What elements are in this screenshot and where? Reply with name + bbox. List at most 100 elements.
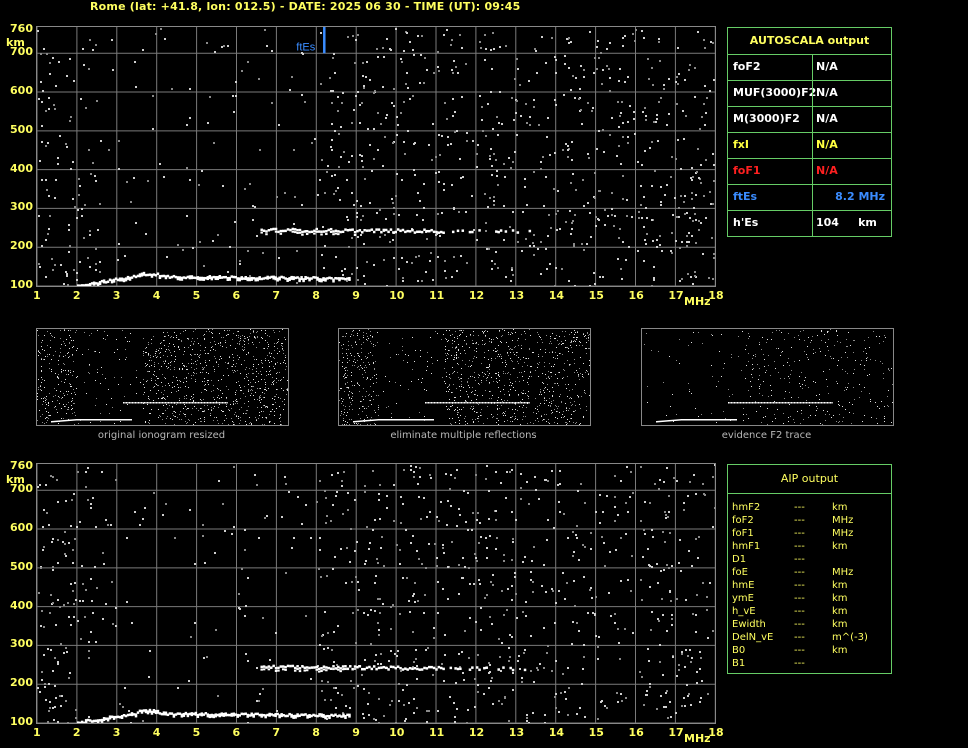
autoscala-row-fof2: foF2 N/A xyxy=(728,54,891,81)
x-tick-label: 15 xyxy=(588,726,604,739)
y-tick-label: 600 xyxy=(10,521,33,535)
x-tick-label: 16 xyxy=(628,726,644,739)
aip-value: --- xyxy=(794,528,805,539)
autoscala-title: AUTOSCALA output xyxy=(728,28,891,55)
aip-key: hmF2 xyxy=(732,502,761,513)
y-tick-label: 200 xyxy=(10,676,33,690)
x-tick-label: 5 xyxy=(192,726,201,739)
aip-row: B0 --- km xyxy=(732,644,887,657)
autoscala-key: M(3000)F2 xyxy=(733,112,800,125)
aip-unit: MHz xyxy=(832,567,854,578)
x-tick-label: 15 xyxy=(588,289,604,302)
autoscala-value: N/A xyxy=(816,60,838,73)
y-tick-label: 100 xyxy=(10,278,33,291)
x-tick-label: 7 xyxy=(272,289,281,302)
x-tick-label: 14 xyxy=(548,726,564,739)
aip-value: --- xyxy=(794,619,805,630)
aip-unit: km xyxy=(832,606,848,617)
x-tick-label: 17 xyxy=(668,726,684,739)
aip-row: B1 --- xyxy=(732,657,887,670)
x-tick-label: 14 xyxy=(548,289,564,302)
autoscala-key: fxI xyxy=(733,138,749,151)
x-tick-label: 12 xyxy=(468,726,485,739)
aip-panel: AIP output hmF2 --- km foF2 --- MHz foF1 --- MHz… xyxy=(727,464,892,674)
x-tick-label: 2 xyxy=(72,726,81,739)
autoscala-row-ftes: ftEs 8.2 MHz xyxy=(728,184,891,211)
autoscala-key: ftEs xyxy=(733,190,758,203)
x-tick-label: 11 xyxy=(429,726,445,739)
autoscala-row-fof1: foF1 N/A xyxy=(728,158,891,185)
autoscala-value: 104 km xyxy=(816,216,877,229)
autoscala-value: N/A xyxy=(816,112,838,125)
x-tick-label: 11 xyxy=(429,289,445,302)
y-tick-label: 400 xyxy=(10,598,33,612)
aip-value: --- xyxy=(794,658,805,669)
aip-title: AIP output xyxy=(728,465,891,494)
thumb-caption: eliminate multiple reflections xyxy=(390,430,537,441)
x-tick-label: 13 xyxy=(508,726,525,739)
x-unit-label: MHz xyxy=(684,732,711,745)
aip-key: DelN_vE xyxy=(732,632,774,643)
e-layer-trace xyxy=(76,708,351,723)
y-unit-label: km xyxy=(6,473,25,486)
autoscala-key: h'Es xyxy=(733,216,759,229)
aip-row: D1 --- xyxy=(732,553,887,566)
autoscala-panel: AUTOSCALA output foF2 N/A MUF(3000)F2 N/A M(… xyxy=(727,27,892,237)
x-tick-label: 3 xyxy=(112,726,121,739)
autoscala-row-hes: h'Es 104 km xyxy=(728,210,891,236)
x-tick-label: 7 xyxy=(272,726,281,739)
aip-row: foF1 --- MHz xyxy=(732,527,887,540)
autoscala-row-m3000f2: M(3000)F2 N/A xyxy=(728,106,891,133)
aip-unit: MHz xyxy=(832,528,854,539)
aip-unit: km xyxy=(832,580,848,591)
aip-value: --- xyxy=(794,593,805,604)
y-tick-label: 500 xyxy=(10,559,33,573)
thumb-original xyxy=(36,328,289,426)
aip-key: hmE xyxy=(732,580,755,591)
autoscala-value: N/A xyxy=(816,164,838,177)
aip-value: --- xyxy=(794,567,805,578)
y-tick-label: 300 xyxy=(10,637,33,651)
f-layer-trace xyxy=(260,664,527,673)
aip-row: ymE --- km xyxy=(732,592,887,605)
aip-unit: km xyxy=(832,593,848,604)
y-tick-label: 500 xyxy=(10,122,33,136)
aip-row: Ewidth --- km xyxy=(732,618,887,631)
ftes-marker-label: ftEs xyxy=(296,41,315,53)
x-tick-label: 4 xyxy=(152,289,161,302)
y-tick-label: 760 xyxy=(10,458,33,472)
y-tick-label: 200 xyxy=(10,239,33,253)
y-tick-label: 600 xyxy=(10,84,33,98)
thumb-caption: original ionogram resized xyxy=(97,430,226,441)
x-tick-label: 6 xyxy=(232,289,241,302)
aip-row: foE --- MHz xyxy=(732,566,887,579)
autoscala-key: MUF(3000)F2 xyxy=(733,86,817,99)
x-tick-label: 3 xyxy=(112,289,121,302)
autoscala-key: foF2 xyxy=(733,60,761,73)
aip-key: h_vE xyxy=(732,606,756,617)
x-unit-label: MHz xyxy=(684,295,711,308)
aip-unit: m^(-3) xyxy=(832,632,868,643)
aip-unit: km xyxy=(832,645,848,656)
ionogram-header: Rome (lat: +41.8, lon: 012.5) - DATE: 20… xyxy=(90,0,521,13)
aip-value: --- xyxy=(794,515,805,526)
y-tick-label: 760 xyxy=(10,21,33,35)
x-tick-label: 2 xyxy=(72,289,81,302)
aip-key: foE xyxy=(732,567,748,578)
aip-row: hmF2 --- km xyxy=(732,501,887,514)
thumb-caption: evidence F2 trace xyxy=(721,430,812,441)
x-tick-label: 1 xyxy=(33,289,41,302)
aip-key: D1 xyxy=(732,554,747,565)
x-tick-label: 9 xyxy=(352,289,360,302)
aip-value: --- xyxy=(794,580,805,591)
y-unit-label: km xyxy=(6,36,25,49)
aip-value: --- xyxy=(794,541,805,552)
x-tick-label: 12 xyxy=(468,289,485,302)
aip-row: hmE --- km xyxy=(732,579,887,592)
aip-value: --- xyxy=(794,645,805,656)
aip-value: --- xyxy=(794,606,805,617)
y-tick-label: 100 xyxy=(10,715,33,728)
e-layer-trace xyxy=(76,271,351,286)
x-tick-label: 1 xyxy=(33,726,41,739)
aip-row: foF2 --- MHz xyxy=(732,514,887,527)
